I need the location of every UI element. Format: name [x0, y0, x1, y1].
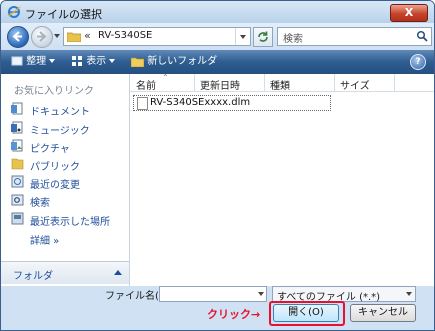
views-label: 表示 — [86, 56, 107, 67]
sidebar-item-label: ピクチャ — [30, 144, 70, 155]
sidebar-item-music[interactable]: ミュージック — [11, 120, 127, 137]
file-dialog-window: ファイルの選択 X « RV-S340SE 検索 整理 表示 新しいフォルダ ?… — [0, 0, 435, 331]
back-button[interactable] — [7, 26, 29, 48]
new-folder-label: 新しいフォルダ — [147, 56, 218, 67]
sidebar-item-label: 検索 — [30, 198, 50, 209]
organize-button[interactable]: 整理 — [11, 55, 56, 69]
folders-label: フォルダ — [13, 271, 53, 282]
sidebar-item-search[interactable]: 検索 — [11, 192, 127, 209]
documents-icon — [11, 102, 23, 115]
column-header-row: 名前 ⌃ 更新日時 種類 サイズ — [130, 73, 434, 92]
cancel-button[interactable]: キャンセル — [350, 304, 416, 322]
file-icon — [137, 97, 148, 110]
open-button[interactable]: 開く(O) — [273, 304, 339, 322]
column-name[interactable]: 名前 — [136, 77, 156, 92]
search-folder-icon — [11, 194, 24, 206]
sidebar-item-label: ドキュメント — [30, 107, 90, 118]
public-folder-icon — [11, 158, 24, 170]
favorite-links-header: お気に入りリンク — [14, 86, 94, 97]
breadcrumb-overflow[interactable]: « — [84, 29, 91, 42]
sidebar-item-public[interactable]: パブリック — [11, 156, 127, 173]
address-row: « RV-S340SE 検索 — [1, 23, 434, 49]
window-title: ファイルの選択 — [25, 8, 102, 21]
address-dropdown[interactable] — [235, 28, 250, 45]
views-button[interactable]: 表示 — [71, 55, 116, 69]
ie-icon — [7, 5, 21, 19]
sidebar-item-pictures[interactable]: ピクチャ — [11, 138, 127, 155]
command-toolbar: 整理 表示 新しいフォルダ ? — [1, 50, 434, 74]
help-icon[interactable]: ? — [410, 54, 426, 70]
address-bar[interactable]: « RV-S340SE — [63, 27, 251, 46]
sort-ascending-icon: ⌃ — [162, 73, 169, 82]
sidebar-item-label: ミュージック — [30, 126, 90, 137]
sidebar-item-recent-changes[interactable]: 最近の変更 — [11, 174, 127, 191]
new-folder-icon — [130, 57, 145, 68]
recent-places-icon — [11, 212, 24, 225]
forward-button[interactable] — [31, 26, 53, 48]
click-annotation: クリック→ — [207, 308, 261, 321]
filename-dropdown[interactable] — [255, 287, 266, 301]
sidebar-item-recent-places[interactable]: 最近表示した場所 — [11, 211, 127, 228]
search-placeholder: 検索 — [283, 34, 303, 45]
forward-arrow-icon — [37, 31, 47, 42]
views-icon — [72, 56, 82, 66]
close-button[interactable]: X — [390, 4, 428, 22]
sidebar-item-label: パブリック — [30, 162, 80, 173]
recent-pages-dropdown[interactable] — [54, 34, 60, 38]
filetype-select[interactable]: すべてのファイル (*.*) — [272, 286, 416, 303]
sidebar-item-label: 最近表示した場所 — [30, 217, 110, 228]
sidebar-item-label: 最近の変更 — [30, 180, 80, 191]
file-name: RV-S340SExxxx.dlm — [150, 97, 251, 108]
organize-label: 整理 — [26, 56, 47, 67]
breadcrumb-path[interactable]: RV-S340SE — [98, 30, 152, 41]
search-icon[interactable] — [416, 30, 428, 45]
column-type[interactable]: 種類 — [270, 77, 290, 92]
file-list-pane: 名前 ⌃ 更新日時 種類 サイズ RV-S340SExxxx.dlm — [130, 73, 434, 286]
dialog-footer: ファイル名(N): すべてのファイル (*.*) クリック→ 開く(O) キャン… — [1, 286, 434, 330]
pictures-icon — [11, 139, 23, 152]
refresh-icon — [258, 31, 268, 42]
more-link[interactable]: 詳細 » — [30, 232, 59, 247]
search-input[interactable]: 検索 — [277, 27, 432, 46]
sidebar-item-documents[interactable]: ドキュメント — [11, 101, 127, 118]
list-item[interactable]: RV-S340SExxxx.dlm — [133, 95, 331, 111]
folder-icon — [66, 31, 82, 45]
title-bar: ファイルの選択 X — [1, 1, 434, 23]
music-icon — [11, 121, 23, 134]
recent-changes-icon — [11, 175, 24, 188]
refresh-button[interactable] — [253, 27, 273, 47]
folders-toggle[interactable]: フォルダ — [1, 261, 129, 284]
navigation-pane: お気に入りリンク ドキュメント ミュージック ピクチャ パブリック 最近の変更 … — [1, 74, 130, 286]
chevron-down-icon — [406, 292, 412, 296]
new-folder-button[interactable]: 新しいフォルダ — [130, 55, 218, 69]
column-date-modified[interactable]: 更新日時 — [200, 77, 240, 92]
back-arrow-icon — [12, 31, 22, 42]
column-size[interactable]: サイズ — [340, 77, 370, 92]
chevron-up-icon — [114, 270, 122, 275]
organize-icon — [11, 56, 23, 66]
filename-input[interactable] — [159, 286, 267, 302]
